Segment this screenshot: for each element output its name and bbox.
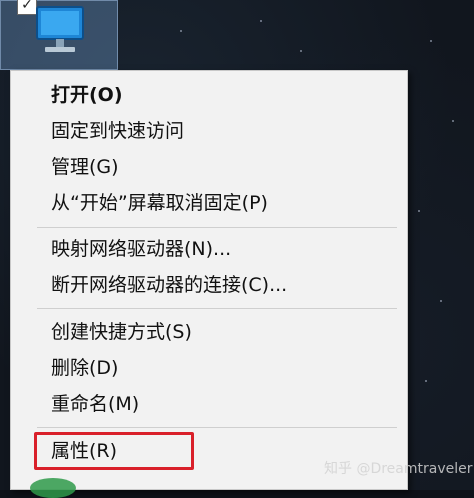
watermark: 知乎 @Dreamtraveler	[324, 461, 473, 477]
menu-item-open[interactable]: 打开(O)	[11, 77, 409, 113]
background-speck	[430, 40, 432, 42]
background-speck	[452, 120, 454, 122]
menu-item-pin-to-quick-access[interactable]: 固定到快速访问	[11, 113, 409, 149]
background-speck	[418, 210, 420, 212]
computer-icon	[36, 6, 84, 52]
properties-highlight-box	[34, 432, 194, 470]
menu-separator	[37, 427, 397, 428]
menu-item-manage[interactable]: 管理(G)	[11, 149, 409, 185]
menu-item-create-shortcut[interactable]: 创建快捷方式(S)	[11, 314, 409, 350]
menu-separator	[37, 227, 397, 228]
this-pc-desktop-icon[interactable]: ✓	[0, 0, 118, 70]
background-speck	[300, 50, 302, 52]
menu-separator	[37, 308, 397, 309]
background-speck	[440, 300, 442, 302]
menu-item-disconnect-network-drive[interactable]: 断开网络驱动器的连接(C)...	[11, 267, 409, 303]
background-speck	[180, 30, 182, 32]
menu-item-delete[interactable]: 删除(D)	[11, 350, 409, 386]
taskbar-icon-fragment	[30, 478, 76, 498]
context-menu: 打开(O) 固定到快速访问 管理(G) 从“开始”屏幕取消固定(P) 映射网络驱…	[10, 70, 408, 490]
menu-item-rename[interactable]: 重命名(M)	[11, 386, 409, 422]
background-speck	[425, 380, 427, 382]
menu-item-map-network-drive[interactable]: 映射网络驱动器(N)...	[11, 231, 409, 267]
menu-item-unpin-from-start[interactable]: 从“开始”屏幕取消固定(P)	[11, 185, 409, 221]
background-speck	[260, 20, 262, 22]
